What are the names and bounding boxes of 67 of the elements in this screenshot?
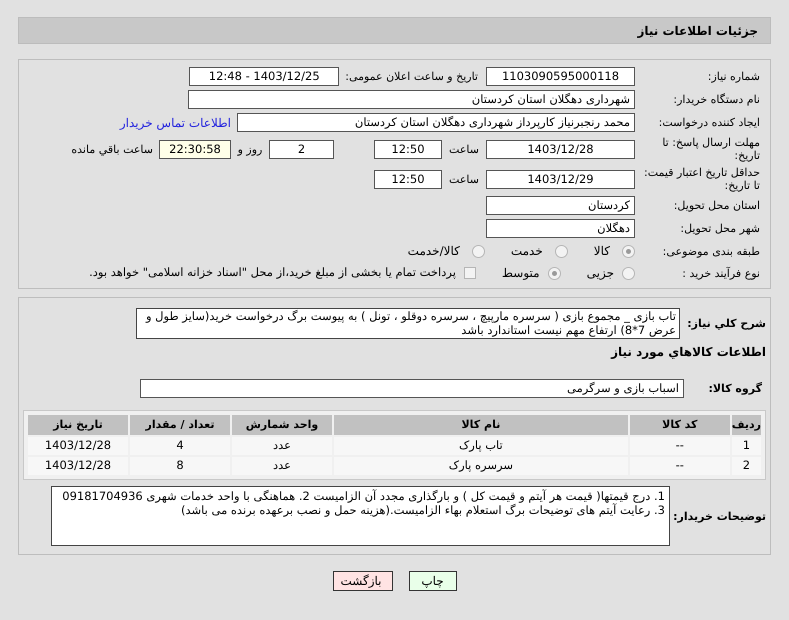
- text-field[interactable]: 22:30:58: [159, 140, 231, 158]
- field-label: تاریخ و ساعت اعلان عمومی:: [345, 70, 478, 83]
- field-label: روز و: [236, 142, 264, 156]
- text-field[interactable]: 1403/12/29: [486, 170, 635, 188]
- table-cell: 2: [730, 456, 762, 476]
- column-header: ردیف: [730, 414, 762, 436]
- radio-button[interactable]: [472, 244, 485, 258]
- text-field[interactable]: محمد رنجبرنیاز کارپرداز شهرداری دهگلان استان کردستان: [237, 113, 635, 132]
- text-field[interactable]: شهرداری دهگلان استان کردستان: [188, 90, 635, 109]
- field-label: شهر محل تحویل:: [679, 222, 761, 235]
- column-header: کد کالا: [628, 414, 731, 436]
- field-label: استان محل تحویل:: [672, 199, 761, 212]
- field-label: شماره نیاز:: [706, 70, 761, 83]
- treasury-note: پرداخت تمام یا بخشی از مبلغ خرید،از محل "اسناد خزانه اسلامی" خواهد بود.: [89, 264, 456, 282]
- radio-button[interactable]: [622, 266, 635, 280]
- buyer-contact-link[interactable]: اطلاعات تماس خریدار: [120, 114, 231, 132]
- description-textarea[interactable]: تاب بازی _ مجموع بازی ( سرسره مارپیچ ، سرسره دوقلو ، تونل ) به پیوست برگ درخواست خرید(سایز طول و عرض 7*8) ارتفاع مهم نیست استاندارد باشد: [136, 308, 680, 339]
- text-field[interactable]: 1103090595000118: [486, 67, 635, 86]
- radio-button[interactable]: [554, 244, 568, 258]
- table-cell: 1: [730, 436, 762, 456]
- field-label: حداقل تاریخ اعتبار قیمت: تا تاریخ:: [643, 166, 761, 192]
- table-cell: --: [628, 456, 731, 476]
- buyer-notes-textarea[interactable]: 1. درج قیمتها( قیمت هر آیتم و قیمت کل ) و بارگذاری مجدد آن الزامیست 2. هماهنگی با واحد خدمات شهری 09181704936 3. رعایت آیتم های توضیحات برگ استعلام بهاء الزامیست.(هزینه حمل و نصب برعهده برنده می باشد): [51, 486, 670, 546]
- table-cell: --: [628, 436, 731, 456]
- print-button[interactable]: چاپ: [408, 571, 456, 591]
- text-field[interactable]: 12:50: [374, 170, 442, 188]
- back-button[interactable]: بازگشت: [332, 571, 392, 591]
- option-label: متوسط: [502, 265, 540, 282]
- option-label: جزیی: [586, 265, 614, 282]
- table-cell: 1403/12/28: [27, 436, 129, 456]
- field-label: طبقه بندی موضوعی:: [662, 244, 761, 258]
- text-field[interactable]: دهگلان: [486, 219, 635, 238]
- table-cell: تاب پارک: [333, 436, 629, 456]
- field-label: ساعت باقي مانده: [71, 142, 153, 156]
- option-label: کالا: [594, 243, 610, 260]
- field-label: توضیحات خریدار:: [672, 510, 767, 522]
- section-heading: اطلاعات کالاهاي مورد نیاز: [611, 344, 766, 361]
- field-label: ساعت: [448, 142, 480, 156]
- field-label: ساعت: [448, 172, 480, 186]
- column-header: نام کالا: [333, 414, 629, 436]
- field-label: نام دستگاه خریدار:: [672, 93, 761, 106]
- text-field[interactable]: 1403/12/28: [486, 140, 635, 158]
- field-label: نوع فرآیند خرید :: [681, 266, 761, 280]
- text-field[interactable]: 2: [269, 140, 334, 158]
- column-header: تاریخ نیاز: [27, 414, 129, 436]
- page-title: جزئیات اطلاعات نیاز: [637, 22, 758, 40]
- field-label: شرح کلي نیاز:: [686, 317, 767, 330]
- text-field[interactable]: کردستان: [486, 196, 635, 215]
- column-header: تعداد / مقدار: [129, 414, 231, 436]
- option-label: کالا/خدمت: [408, 243, 460, 260]
- field-label: گروه کالا:: [707, 382, 763, 395]
- text-field[interactable]: اسباب بازی و سرگرمی: [140, 379, 684, 398]
- checkbox[interactable]: [464, 267, 476, 279]
- radio-button[interactable]: [622, 244, 635, 258]
- field-label: مهلت ارسال پاسخ: تا تاریخ:: [661, 136, 761, 162]
- table-cell: 8: [129, 456, 231, 476]
- table-cell: 4: [129, 436, 231, 456]
- text-field[interactable]: 1403/12/25 - 12:48: [189, 67, 340, 86]
- column-header: واحد شمارش: [231, 414, 333, 436]
- radio-button[interactable]: [548, 266, 561, 280]
- table-cell: عدد: [231, 456, 333, 476]
- table-cell: 1403/12/28: [27, 456, 129, 476]
- table-cell: سرسره پارک: [333, 456, 629, 476]
- text-field[interactable]: 12:50: [374, 140, 442, 158]
- field-label: ایجاد کننده درخواست:: [658, 116, 761, 129]
- table-cell: عدد: [231, 436, 333, 456]
- option-label: خدمت: [510, 243, 543, 260]
